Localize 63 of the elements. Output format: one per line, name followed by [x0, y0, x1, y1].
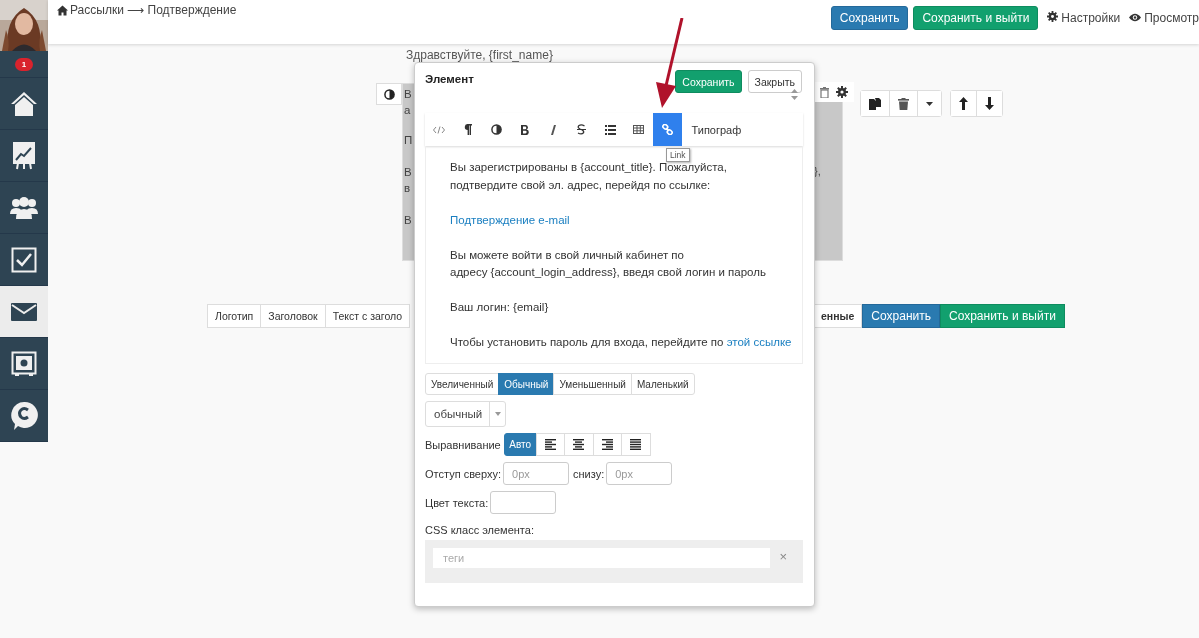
save-button[interactable]: Сохранить [830, 6, 909, 30]
modal-button[interactable]: Закрыть [747, 70, 802, 93]
input-field[interactable]: 0px [503, 462, 570, 485]
top-link[interactable]: Просмотр [1129, 11, 1199, 25]
home-icon [9, 89, 39, 118]
size-option[interactable]: Обычный [498, 373, 555, 395]
arrow-up-icon[interactable] [951, 91, 977, 116]
greeting-text: Здравствуйте, {first_name} [406, 48, 553, 62]
link-icon[interactable] [653, 113, 682, 146]
trash-icon[interactable] [820, 86, 829, 98]
block-button[interactable]: Текст с заголо [324, 304, 411, 328]
text-fragment: В [404, 165, 412, 180]
block-button[interactable]: Логотип [207, 304, 262, 328]
paragraph: Ваш логин: {email} [450, 300, 550, 315]
align-left-icon[interactable] [535, 433, 566, 456]
settings-icon [1047, 11, 1059, 25]
field-label: Отступ сверху: [425, 467, 502, 480]
toolbar-button[interactable]: Типограф [681, 113, 752, 146]
field-label: Выравнивание [425, 438, 501, 451]
size-option[interactable]: Уменьшенный [553, 373, 632, 395]
align-right-icon[interactable] [592, 433, 623, 456]
text-fragment: а [404, 103, 411, 118]
sort-icon[interactable] [791, 89, 798, 100]
tooltip: Link [666, 148, 690, 162]
size-option[interactable]: Маленький [630, 373, 695, 395]
breadcrumb[interactable]: Рассылки ⟶ Подтверждение [70, 3, 237, 17]
size-option[interactable]: Увеличенный [425, 373, 500, 395]
modal-title: Элемент [425, 73, 474, 85]
users-icon [9, 195, 39, 220]
text-fragment: в [404, 181, 411, 196]
settings-icon[interactable] [836, 86, 848, 98]
link[interactable]: этой ссылке [726, 336, 792, 348]
paragraph: Вы можете войти в свой личный кабинет по адресу {account_login_address}, введя свой логин и пароль [450, 247, 767, 280]
field-label: Цвет текста: [425, 496, 489, 509]
input-field[interactable]: 0px [606, 462, 673, 485]
field-label: снизу: [573, 467, 605, 480]
block-button[interactable]: Заголовок [260, 304, 326, 328]
align-option[interactable]: Авто [503, 433, 537, 456]
tag-input[interactable]: теги [433, 548, 771, 568]
text-fragment: В [404, 213, 412, 228]
mail-icon [11, 302, 37, 321]
block-button[interactable]: енные [814, 304, 863, 328]
home-icon [57, 4, 68, 16]
color-field[interactable] [490, 491, 557, 514]
chart-icon [12, 140, 36, 171]
copy-icon[interactable] [861, 91, 890, 116]
text-fragment: П [404, 133, 413, 148]
checkbox-icon [11, 246, 37, 273]
notification-badge: 1 [14, 57, 34, 71]
field-label: CSS класс элемента: [425, 524, 535, 536]
text-fragment: В [404, 87, 412, 102]
paragraph: Вы зарегистрированы в {account_title}. Пожалуйста, подтвердите свой эл. адрес, перейдя по ссылке: [450, 160, 728, 193]
paragraph: Чтобы установить пароль для входа, перейдите по этой ссылке [450, 335, 793, 350]
top-link[interactable]: Настройки [1047, 11, 1121, 25]
align-justify-icon[interactable] [621, 433, 651, 456]
align-center-icon[interactable] [564, 433, 594, 456]
style-select[interactable]: обычный [425, 401, 506, 427]
nav-item[interactable] [0, 286, 48, 338]
save-button[interactable]: Сохранить [862, 304, 940, 328]
contrast-icon[interactable] [383, 88, 395, 100]
link[interactable]: Подтверждение e-mail [450, 213, 570, 226]
safe-icon [11, 350, 37, 377]
chat-icon [10, 400, 38, 431]
